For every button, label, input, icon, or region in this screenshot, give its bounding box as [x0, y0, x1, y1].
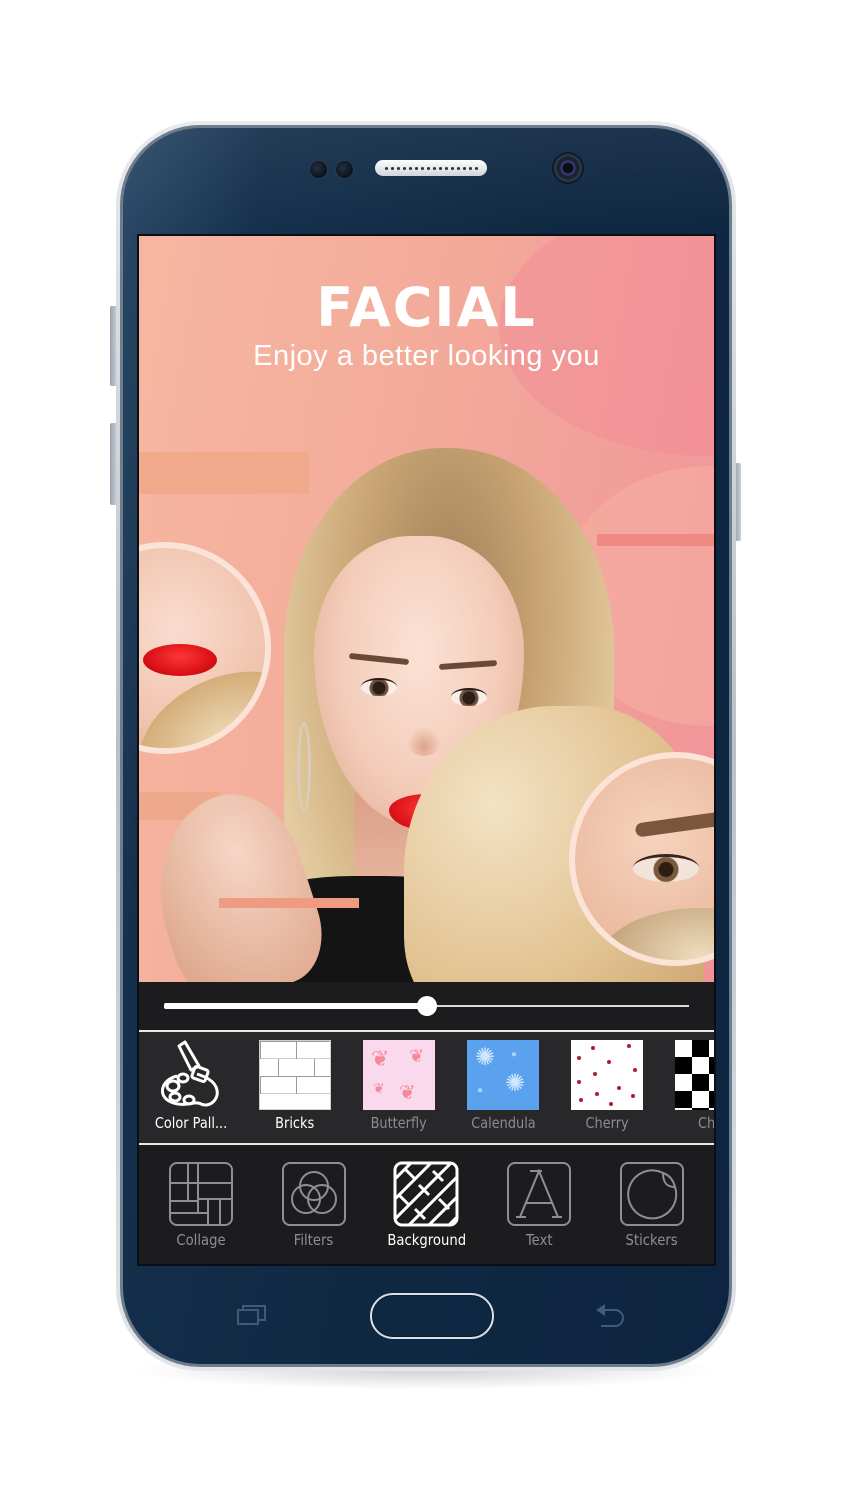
collage-icon	[169, 1162, 234, 1226]
background-icon	[393, 1161, 459, 1227]
bg-option-label: Cherry	[585, 1114, 629, 1132]
portrait-earring	[297, 722, 311, 812]
editor-toolbar: Collage Filters Background Text Stickers	[139, 1145, 714, 1264]
bricks-pattern-thumbnail	[259, 1040, 331, 1110]
bg-option-color-palette[interactable]: Color Pall...	[139, 1032, 243, 1143]
promo-image: FACIAL Enjoy a better looking you	[139, 236, 714, 982]
cherry-icon	[627, 1044, 631, 1048]
promo-subtitle: Enjoy a better looking you	[253, 340, 600, 372]
tool-stickers[interactable]: Stickers	[602, 1145, 702, 1264]
closeup-lips	[143, 644, 217, 676]
bg-option-label: Bricks	[275, 1114, 315, 1132]
butterfly-icon: ❦	[399, 1082, 416, 1104]
closeup-brow	[634, 808, 714, 838]
cherry-icon	[577, 1080, 581, 1084]
slider-thumb[interactable]	[416, 996, 437, 1016]
tool-label: Stickers	[625, 1231, 678, 1249]
cherry-icon	[591, 1046, 595, 1050]
earpiece-speaker-icon	[375, 160, 487, 176]
text-icon	[507, 1162, 572, 1226]
bg-option-label: Butterfly	[370, 1114, 428, 1132]
sticker-icon	[619, 1162, 684, 1226]
cherry-pattern-thumbnail	[571, 1040, 643, 1110]
tool-collage[interactable]: Collage	[151, 1145, 251, 1264]
filters-icon	[281, 1162, 346, 1226]
app-screen: FACIAL Enjoy a better looking you Color …	[137, 234, 716, 1266]
tool-background[interactable]: Background	[376, 1145, 476, 1264]
bg-option-cherry[interactable]: Cherry	[555, 1032, 659, 1143]
bg-option-label: Color Pall...	[154, 1114, 228, 1132]
proximity-sensor-icon	[310, 161, 327, 178]
closeup-hair	[595, 908, 714, 960]
bg-option-label: Calendula	[470, 1114, 536, 1132]
cherry-icon	[609, 1102, 613, 1106]
bg-option-calendula[interactable]: ✺ ✺ ● ● Calendula	[451, 1032, 555, 1143]
bg-option-label: Che	[698, 1114, 714, 1132]
butterfly-icon: ❦	[371, 1046, 390, 1071]
checker-pattern-thumbnail	[675, 1040, 714, 1110]
home-button[interactable]	[370, 1293, 494, 1339]
background-options-list[interactable]: Color Pall... Bricks ❦ ❦ ❦ ❦ Butterfly ✺…	[139, 1032, 714, 1143]
recent-apps-icon[interactable]	[237, 1304, 267, 1326]
bg-option-butterfly[interactable]: ❦ ❦ ❦ ❦ Butterfly	[347, 1032, 451, 1143]
front-camera-icon	[554, 154, 582, 182]
flower-icon: ✺	[505, 1070, 526, 1097]
butterfly-icon: ❦	[373, 1080, 385, 1096]
cherry-icon	[631, 1094, 635, 1098]
decorative-bar	[219, 898, 359, 908]
dot-icon: ●	[511, 1049, 518, 1060]
cherry-icon	[579, 1098, 583, 1102]
intensity-slider[interactable]	[139, 982, 714, 1030]
cherry-icon	[593, 1072, 597, 1076]
tool-label: Filters	[294, 1231, 334, 1249]
cherry-icon	[617, 1086, 621, 1090]
cherry-icon	[633, 1068, 637, 1072]
slider-track[interactable]	[164, 996, 689, 1016]
butterfly-icon: ❦	[409, 1046, 425, 1066]
butterfly-pattern-thumbnail: ❦ ❦ ❦ ❦	[363, 1040, 435, 1110]
cherry-icon	[595, 1092, 599, 1096]
dot-icon: ●	[477, 1085, 484, 1096]
tool-label: Background	[387, 1231, 466, 1249]
closeup-eye	[633, 854, 699, 882]
flower-icon: ✺	[475, 1044, 496, 1071]
bg-option-bricks[interactable]: Bricks	[243, 1032, 347, 1143]
bg-option-checker[interactable]: Che	[659, 1032, 714, 1143]
color-palette-icon	[161, 1040, 219, 1107]
tool-filters[interactable]: Filters	[264, 1145, 364, 1264]
promo-title: FACIAL	[316, 276, 537, 339]
portrait-nose	[407, 726, 441, 756]
cherry-icon	[577, 1056, 581, 1060]
portrait-eye-left	[361, 678, 397, 696]
tool-label: Text	[525, 1231, 553, 1249]
cherry-icon	[607, 1060, 611, 1064]
tool-text[interactable]: Text	[489, 1145, 589, 1264]
back-arrow-icon[interactable]	[593, 1302, 627, 1328]
tool-label: Collage	[176, 1231, 226, 1249]
calendula-pattern-thumbnail: ✺ ✺ ● ●	[467, 1040, 539, 1110]
portrait-eye-right	[451, 688, 487, 706]
light-sensor-icon	[336, 161, 353, 178]
slider-fill	[164, 1003, 427, 1009]
